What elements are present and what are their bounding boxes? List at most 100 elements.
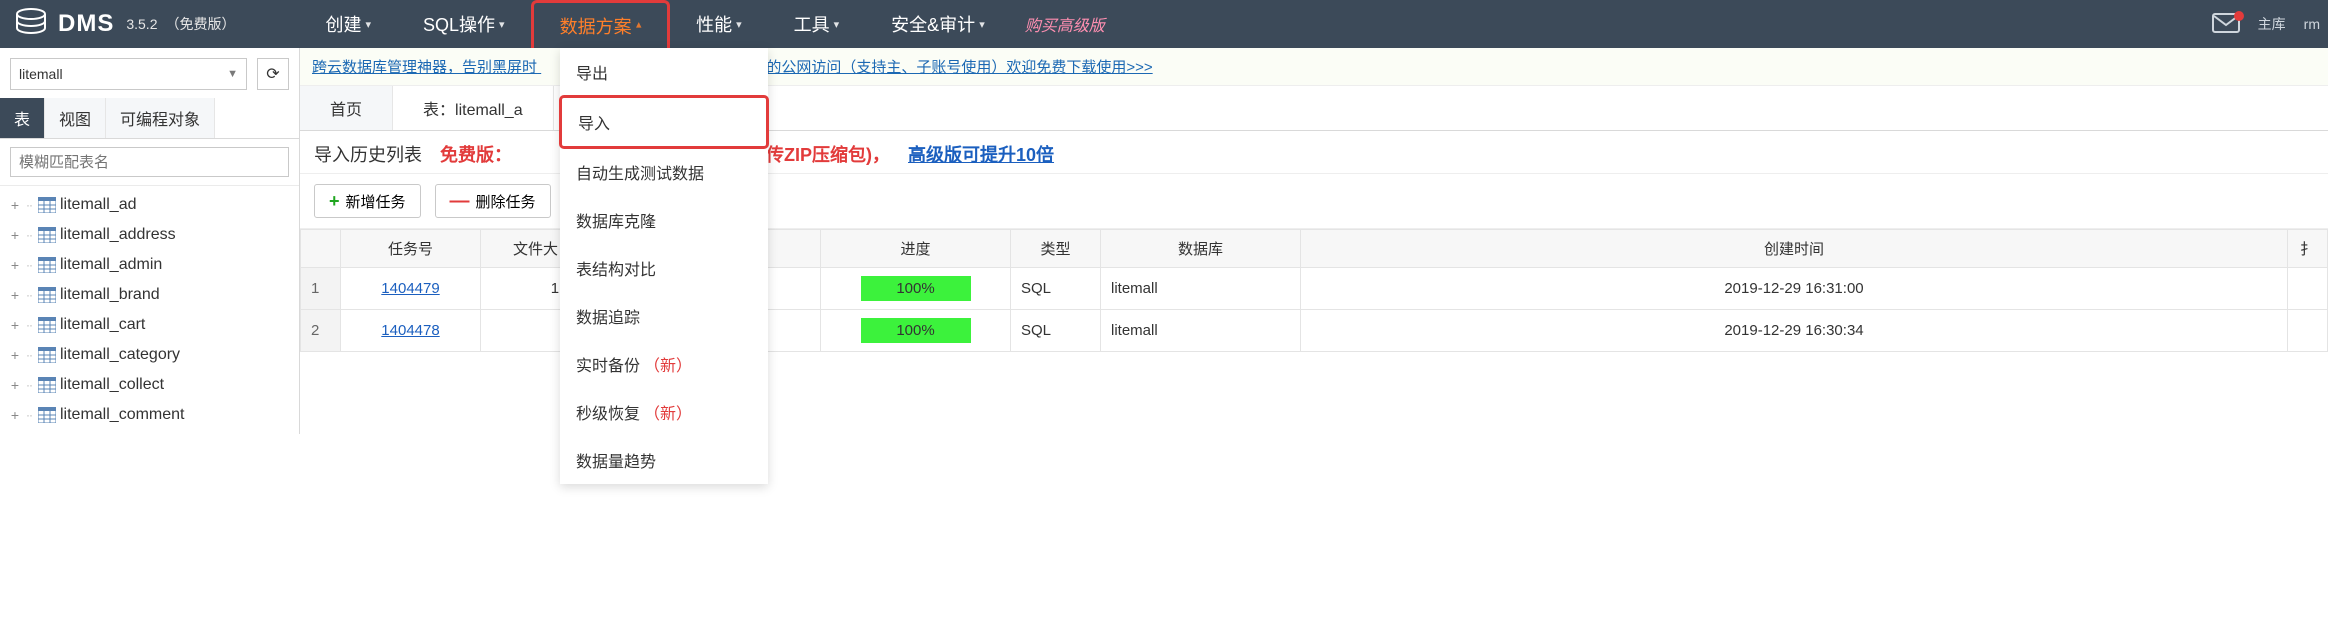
delete-task-label: 删除任务	[476, 191, 536, 212]
dropdown-item-label: 数据追踪	[576, 304, 640, 328]
dropdown-item[interactable]: 导出	[560, 48, 768, 96]
nav-tools[interactable]: 工具▾	[768, 0, 866, 48]
plus-icon: +	[329, 192, 340, 210]
nav-security-audit[interactable]: 安全&审计 ▾	[865, 0, 1011, 48]
col-task-id[interactable]: 任务号	[341, 230, 481, 268]
table-icon	[38, 227, 56, 243]
new-badge: （新）	[644, 400, 692, 424]
cell-type: SQL	[1011, 268, 1101, 310]
mail-icon[interactable]	[2212, 13, 2240, 36]
nav-create[interactable]: 创建▾	[299, 0, 397, 48]
table-icon	[38, 317, 56, 333]
tab-table[interactable]: 表：litemall_a	[393, 86, 554, 130]
chevron-down-icon: ▾	[736, 18, 742, 31]
nav-label: 数据方案	[560, 13, 632, 39]
col-type[interactable]: 类型	[1011, 230, 1101, 268]
table-icon	[38, 287, 56, 303]
table-name: litemall_brand	[60, 286, 160, 304]
nav-buy-premium[interactable]: 购买高级版	[1011, 0, 1119, 48]
row-number: 1	[301, 268, 341, 310]
app-edition: （免费版）	[165, 14, 235, 34]
new-badge: （新）	[644, 352, 692, 376]
sidebar-tab-view[interactable]: 视图	[45, 98, 106, 138]
dropdown-item[interactable]: 实时备份（新）	[560, 340, 768, 388]
sidebar-tab-table[interactable]: 表	[0, 98, 45, 138]
database-select[interactable]: litemall ▼	[10, 58, 247, 90]
dropdown-item-label: 实时备份	[576, 352, 640, 376]
dropdown-item[interactable]: 数据量趋势	[560, 436, 768, 484]
app-version: 3.5.2	[126, 16, 157, 32]
progress-badge: 100%	[861, 276, 971, 301]
nav-label: 安全&审计	[891, 11, 975, 37]
table-icon	[38, 257, 56, 273]
nav-items: 创建▾ SQL操作▾ 数据方案▾ 性能▾ 工具▾ 安全&审计▾ 购买高级版	[299, 0, 1118, 48]
tree-connector-icon: ··	[26, 348, 32, 362]
tree-table-item[interactable]: +··litemall_admin	[0, 250, 299, 280]
cell-truncated	[2288, 310, 2328, 352]
upgrade-link[interactable]: 高级版可提升10倍	[908, 141, 1054, 167]
expand-icon[interactable]: +	[8, 408, 22, 422]
dropdown-item[interactable]: 导入	[559, 95, 769, 149]
minus-icon: —	[450, 191, 470, 211]
tree-table-item[interactable]: +··litemall_ad	[0, 190, 299, 220]
expand-icon[interactable]: +	[8, 258, 22, 272]
db-stack-icon	[12, 7, 50, 41]
chevron-down-icon: ▼	[227, 68, 238, 80]
tree-table-item[interactable]: + ·· litemall_comment	[0, 400, 299, 430]
tree-table-item[interactable]: +··litemall_cart	[0, 310, 299, 340]
expand-icon[interactable]: +	[8, 348, 22, 362]
nav-buy-label: 购买高级版	[1025, 12, 1105, 36]
sidebar-tabs: 表 视图 可编程对象	[0, 98, 299, 139]
tree-table-item[interactable]: +··litemall_category	[0, 340, 299, 370]
col-truncated[interactable]: 扌	[2288, 230, 2328, 268]
top-nav: DMS 3.5.2 （免费版） 创建▾ SQL操作▾ 数据方案▾ 性能▾ 工具▾…	[0, 0, 2328, 48]
tree-connector-icon: ··	[26, 228, 32, 242]
table-icon	[38, 197, 56, 213]
task-link[interactable]: 1404478	[381, 322, 439, 339]
sidebar-tab-programmable[interactable]: 可编程对象	[106, 98, 215, 138]
expand-icon[interactable]: +	[8, 378, 22, 392]
dropdown-item-label: 自动生成测试数据	[576, 160, 704, 184]
banner-text-left: 跨云数据库管理神器，告别黑屏时	[312, 59, 537, 76]
col-progress[interactable]: 进度	[821, 230, 1011, 268]
dropdown-item[interactable]: 数据库克隆	[560, 196, 768, 244]
dropdown-item-label: 秒级恢复	[576, 400, 640, 424]
expand-icon[interactable]: +	[8, 288, 22, 302]
delete-task-button[interactable]: — 删除任务	[435, 184, 551, 218]
table-name: litemall_comment	[60, 406, 184, 424]
dropdown-item[interactable]: 数据追踪	[560, 292, 768, 340]
dropdown-item[interactable]: 秒级恢复（新）	[560, 388, 768, 436]
expand-icon[interactable]: +	[8, 198, 22, 212]
col-created[interactable]: 创建时间	[1301, 230, 2288, 268]
nav-right: 主库 rm	[2212, 13, 2320, 36]
cell-task-id: 1404478	[341, 310, 481, 352]
tree-connector-icon: ··	[26, 198, 32, 212]
sidebar-filter	[0, 139, 299, 186]
col-database[interactable]: 数据库	[1101, 230, 1301, 268]
task-link[interactable]: 1404479	[381, 280, 439, 297]
add-task-button[interactable]: + 新增任务	[314, 184, 421, 218]
tree-connector-icon: ··	[26, 288, 32, 302]
dropdown-item[interactable]: 表结构对比	[560, 244, 768, 292]
nav-performance[interactable]: 性能▾	[670, 0, 768, 48]
row-number: 2	[301, 310, 341, 352]
tree-table-item[interactable]: + ·· litemall_brand	[0, 280, 299, 310]
tab-home[interactable]: 首页	[300, 86, 393, 130]
table-filter-input[interactable]	[10, 147, 289, 177]
expand-icon[interactable]: +	[8, 228, 22, 242]
tree-connector-icon: ··	[26, 318, 32, 332]
dropdown-item-label: 数据库克隆	[576, 208, 656, 232]
tree-connector-icon: ··	[26, 408, 32, 422]
content: 跨云数据库管理神器，告别黑屏时 源的公网访问（支持主、子账号使用）欢迎免费下载使…	[300, 48, 2328, 434]
refresh-button[interactable]: ⟳	[257, 58, 289, 90]
main: litemall ▼ ⟳ 表 视图 可编程对象 +··litemall_ad+·…	[0, 48, 2328, 434]
app-logo: DMS 3.5.2 （免费版）	[8, 7, 239, 41]
table-name: litemall_admin	[60, 256, 162, 274]
nav-data-plan[interactable]: 数据方案▾	[531, 0, 671, 48]
chevron-down-icon: ▾	[979, 18, 985, 31]
expand-icon[interactable]: +	[8, 318, 22, 332]
tree-table-item[interactable]: +··litemall_address	[0, 220, 299, 250]
dropdown-item[interactable]: 自动生成测试数据	[560, 148, 768, 196]
nav-sql-ops[interactable]: SQL操作▾	[397, 0, 531, 48]
tree-table-item[interactable]: +··litemall_collect	[0, 370, 299, 400]
